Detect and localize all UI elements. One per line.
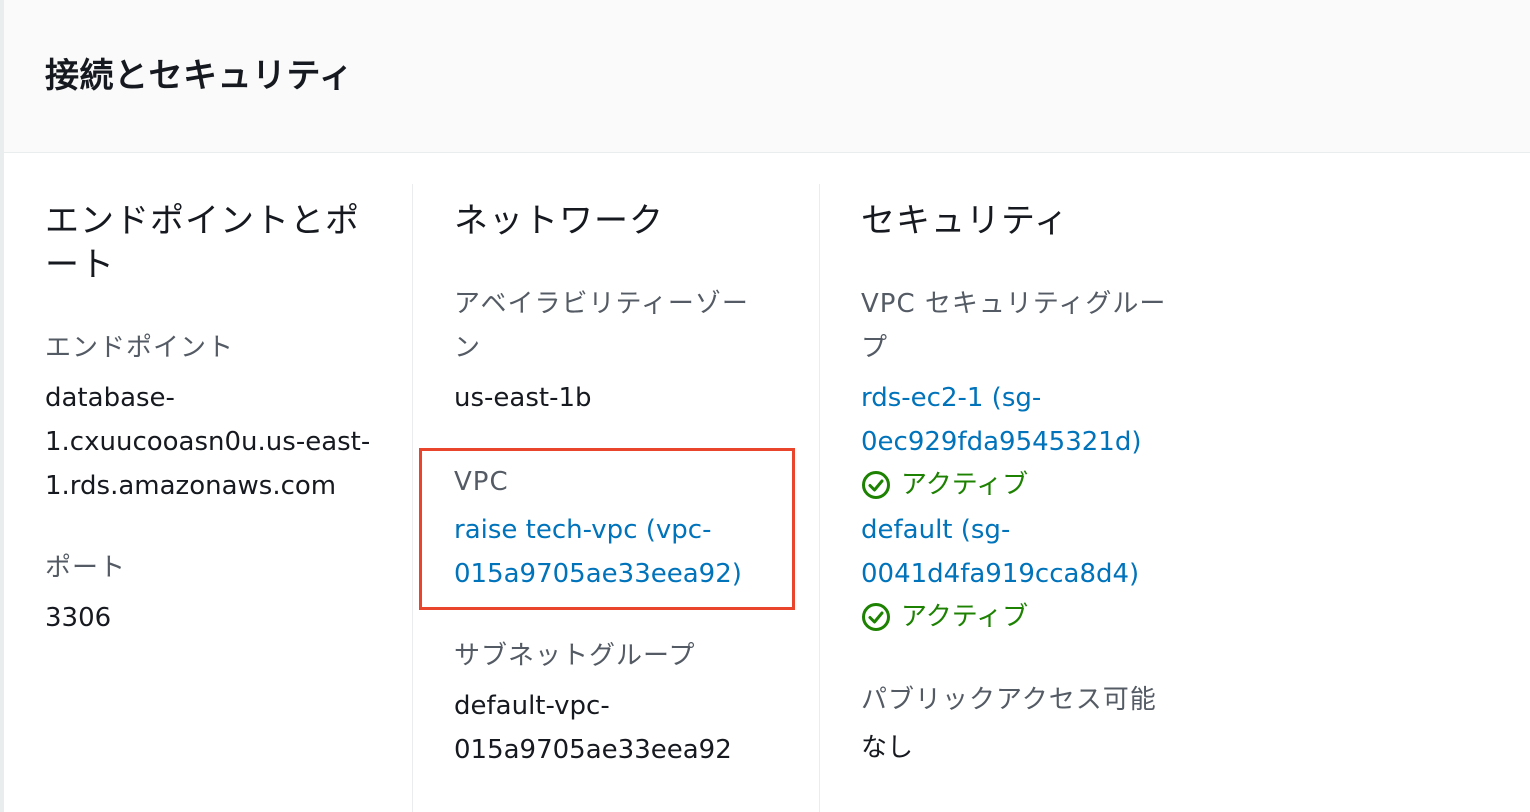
availability-zone-label: アベイラビリティーゾー bbox=[454, 289, 749, 319]
availability-zone-value: us-east-1b bbox=[454, 383, 592, 413]
vpc-highlight-box bbox=[419, 448, 795, 610]
subnet-group-label: サブネットグループ bbox=[454, 641, 696, 671]
network-section-title: ネットワーク bbox=[454, 201, 664, 241]
security-group-status: アクティブ bbox=[861, 463, 1028, 507]
security-group-link[interactable]: default (sg- bbox=[861, 508, 1010, 552]
endpoint-section-title-cont: ート bbox=[45, 245, 115, 285]
check-circle-icon bbox=[862, 603, 890, 631]
subnet-group-value-line: 015a9705ae33eea92 bbox=[454, 735, 732, 765]
panel-header: 接続とセキュリティ bbox=[4, 0, 1530, 153]
security-group-link-cont[interactable]: 0ec929fda9545321d) bbox=[861, 420, 1142, 464]
security-group-status: アクティブ bbox=[861, 595, 1028, 639]
public-access-value: なし bbox=[861, 733, 914, 763]
security-group-label: VPC セキュリティグルー bbox=[861, 289, 1167, 319]
security-group-label-cont: プ bbox=[861, 333, 889, 363]
column-divider bbox=[819, 184, 820, 812]
status-text: アクティブ bbox=[901, 602, 1029, 632]
endpoint-value-line: 1.cxuucooasn0u.us-east- bbox=[45, 427, 371, 457]
port-label: ポート bbox=[45, 553, 127, 583]
check-circle-icon bbox=[862, 471, 890, 499]
connectivity-security-panel: 接続とセキュリティ エンドポイントとポ ート エンドポイント database-… bbox=[0, 0, 1530, 812]
security-group-link[interactable]: rds-ec2-1 (sg- bbox=[861, 376, 1041, 420]
endpoint-label: エンドポイント bbox=[45, 333, 235, 363]
security-section-title: セキュリティ bbox=[861, 201, 1069, 241]
status-text: アクティブ bbox=[901, 470, 1029, 500]
availability-zone-label-cont: ン bbox=[454, 333, 482, 363]
panel-title: 接続とセキュリティ bbox=[45, 56, 354, 96]
public-access-label: パブリックアクセス可能 bbox=[861, 685, 1157, 715]
security-group-link-cont[interactable]: 0041d4fa919cca8d4) bbox=[861, 552, 1139, 596]
endpoint-value-line: database- bbox=[45, 383, 175, 413]
subnet-group-value-line: default-vpc- bbox=[454, 691, 610, 721]
endpoint-section-title: エンドポイントとポ bbox=[45, 201, 360, 241]
endpoint-value-line: 1.rds.amazonaws.com bbox=[45, 471, 337, 501]
port-value: 3306 bbox=[45, 603, 112, 633]
column-divider bbox=[412, 184, 413, 812]
